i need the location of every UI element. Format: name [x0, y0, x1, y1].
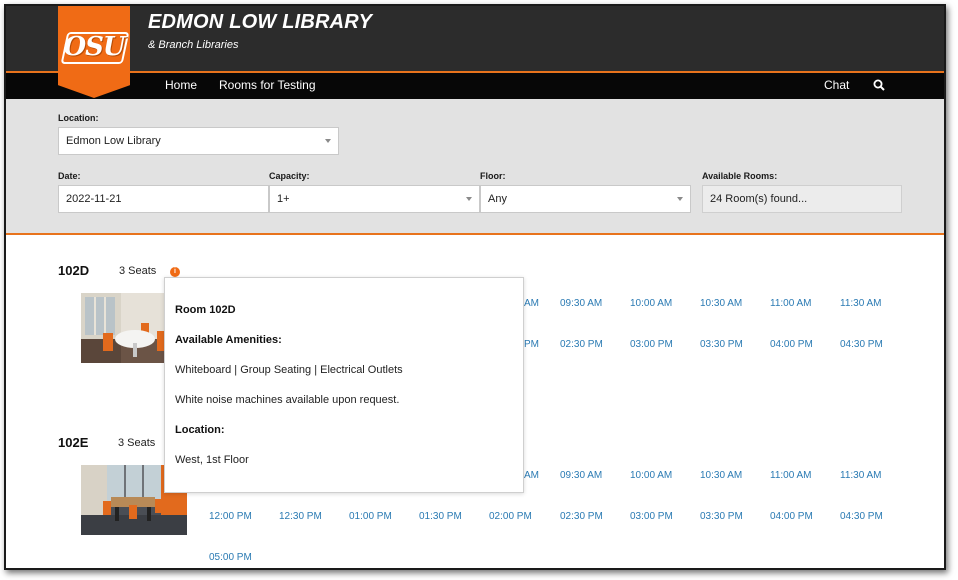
nav-chat[interactable]: Chat: [824, 78, 849, 92]
time-slot[interactable]: 11:00 AM: [770, 298, 840, 309]
site-header: [6, 6, 944, 71]
time-slot[interactable]: 02:00 PM: [489, 511, 559, 522]
capacity-label: Capacity:: [269, 171, 310, 181]
time-slot[interactable]: 02:30 PM: [560, 339, 630, 350]
time-slot[interactable]: 11:30 AM: [840, 470, 910, 481]
available-rooms-field: 24 Room(s) found...: [702, 185, 902, 213]
capacity-value: 1+: [277, 193, 290, 205]
location-label: Location:: [58, 113, 99, 123]
popover-location-heading: Location:: [175, 424, 225, 436]
nav-rooms-for-testing[interactable]: Rooms for Testing: [219, 78, 316, 92]
time-slot[interactable]: 04:00 PM: [770, 511, 840, 522]
site-subtitle: & Branch Libraries: [148, 39, 239, 51]
time-slot[interactable]: 10:30 AM: [700, 298, 770, 309]
time-slot[interactable]: 03:30 PM: [700, 511, 770, 522]
time-slot[interactable]: 03:00 PM: [630, 339, 700, 350]
location-value: Edmon Low Library: [66, 135, 161, 147]
time-slot[interactable]: 10:00 AM: [630, 298, 700, 309]
time-slot[interactable]: 10:00 AM: [630, 470, 700, 481]
date-label: Date:: [58, 171, 81, 181]
time-slot[interactable]: 03:30 PM: [700, 339, 770, 350]
time-slot[interactable]: 02:30 PM: [560, 511, 630, 522]
time-slot[interactable]: 10:30 AM: [700, 470, 770, 481]
floor-value: Any: [488, 193, 507, 205]
time-slot[interactable]: 03:00 PM: [630, 511, 700, 522]
time-slot[interactable]: 12:00 PM: [209, 511, 279, 522]
popover-amenities-heading: Available Amenities:: [175, 334, 282, 346]
chevron-down-icon: [466, 197, 472, 201]
nav-home[interactable]: Home: [165, 78, 197, 92]
time-slot[interactable]: 09:30 AM: [560, 298, 630, 309]
time-slot[interactable]: 04:00 PM: [770, 339, 840, 350]
available-rooms-label: Available Rooms:: [702, 171, 778, 181]
chevron-down-icon: [325, 139, 331, 143]
available-rooms-value: 24 Room(s) found...: [710, 193, 808, 205]
room-info-popover: Room 102D Available Amenities: Whiteboar…: [164, 277, 524, 493]
time-slot[interactable]: 04:30 PM: [840, 339, 910, 350]
time-slot[interactable]: 04:30 PM: [840, 511, 910, 522]
time-slot[interactable]: 01:30 PM: [419, 511, 489, 522]
time-slot[interactable]: 12:30 PM: [279, 511, 349, 522]
room-seats: 3 Seats: [119, 265, 157, 277]
popover-amenities: Whiteboard | Group Seating | Electrical …: [175, 364, 403, 376]
browser-frame: OSU EDMON LOW LIBRARY & Branch Libraries…: [4, 4, 946, 570]
time-slot[interactable]: 01:00 PM: [349, 511, 419, 522]
popover-room-title: Room 102D: [175, 304, 236, 316]
popover-location: West, 1st Floor: [175, 454, 249, 466]
popover-note: White noise machines available upon requ…: [175, 394, 400, 406]
info-icon[interactable]: i: [170, 267, 180, 277]
capacity-select[interactable]: 1+: [269, 185, 480, 213]
site-title[interactable]: EDMON LOW LIBRARY: [148, 11, 372, 34]
floor-select[interactable]: Any: [480, 185, 691, 213]
time-slot[interactable]: 11:30 AM: [840, 298, 910, 309]
date-value: 2022-11-21: [66, 193, 122, 205]
filter-divider: [6, 233, 944, 235]
time-slot[interactable]: 11:00 AM: [770, 470, 840, 481]
room-seats: 3 Seats: [118, 437, 156, 449]
chevron-down-icon: [677, 197, 683, 201]
time-slot[interactable]: 09:30 AM: [560, 470, 630, 481]
nav-bar: [6, 73, 944, 99]
floor-label: Floor:: [480, 171, 506, 181]
date-field[interactable]: 2022-11-21: [58, 185, 269, 213]
search-icon[interactable]: [873, 79, 885, 91]
location-select[interactable]: Edmon Low Library: [58, 127, 339, 155]
logo-text: OSU: [63, 32, 125, 62]
room-name: 102D: [58, 263, 90, 278]
time-slot[interactable]: 05:00 PM: [209, 552, 279, 563]
room-name: 102E: [58, 435, 89, 450]
osu-logo[interactable]: OSU: [58, 6, 130, 98]
